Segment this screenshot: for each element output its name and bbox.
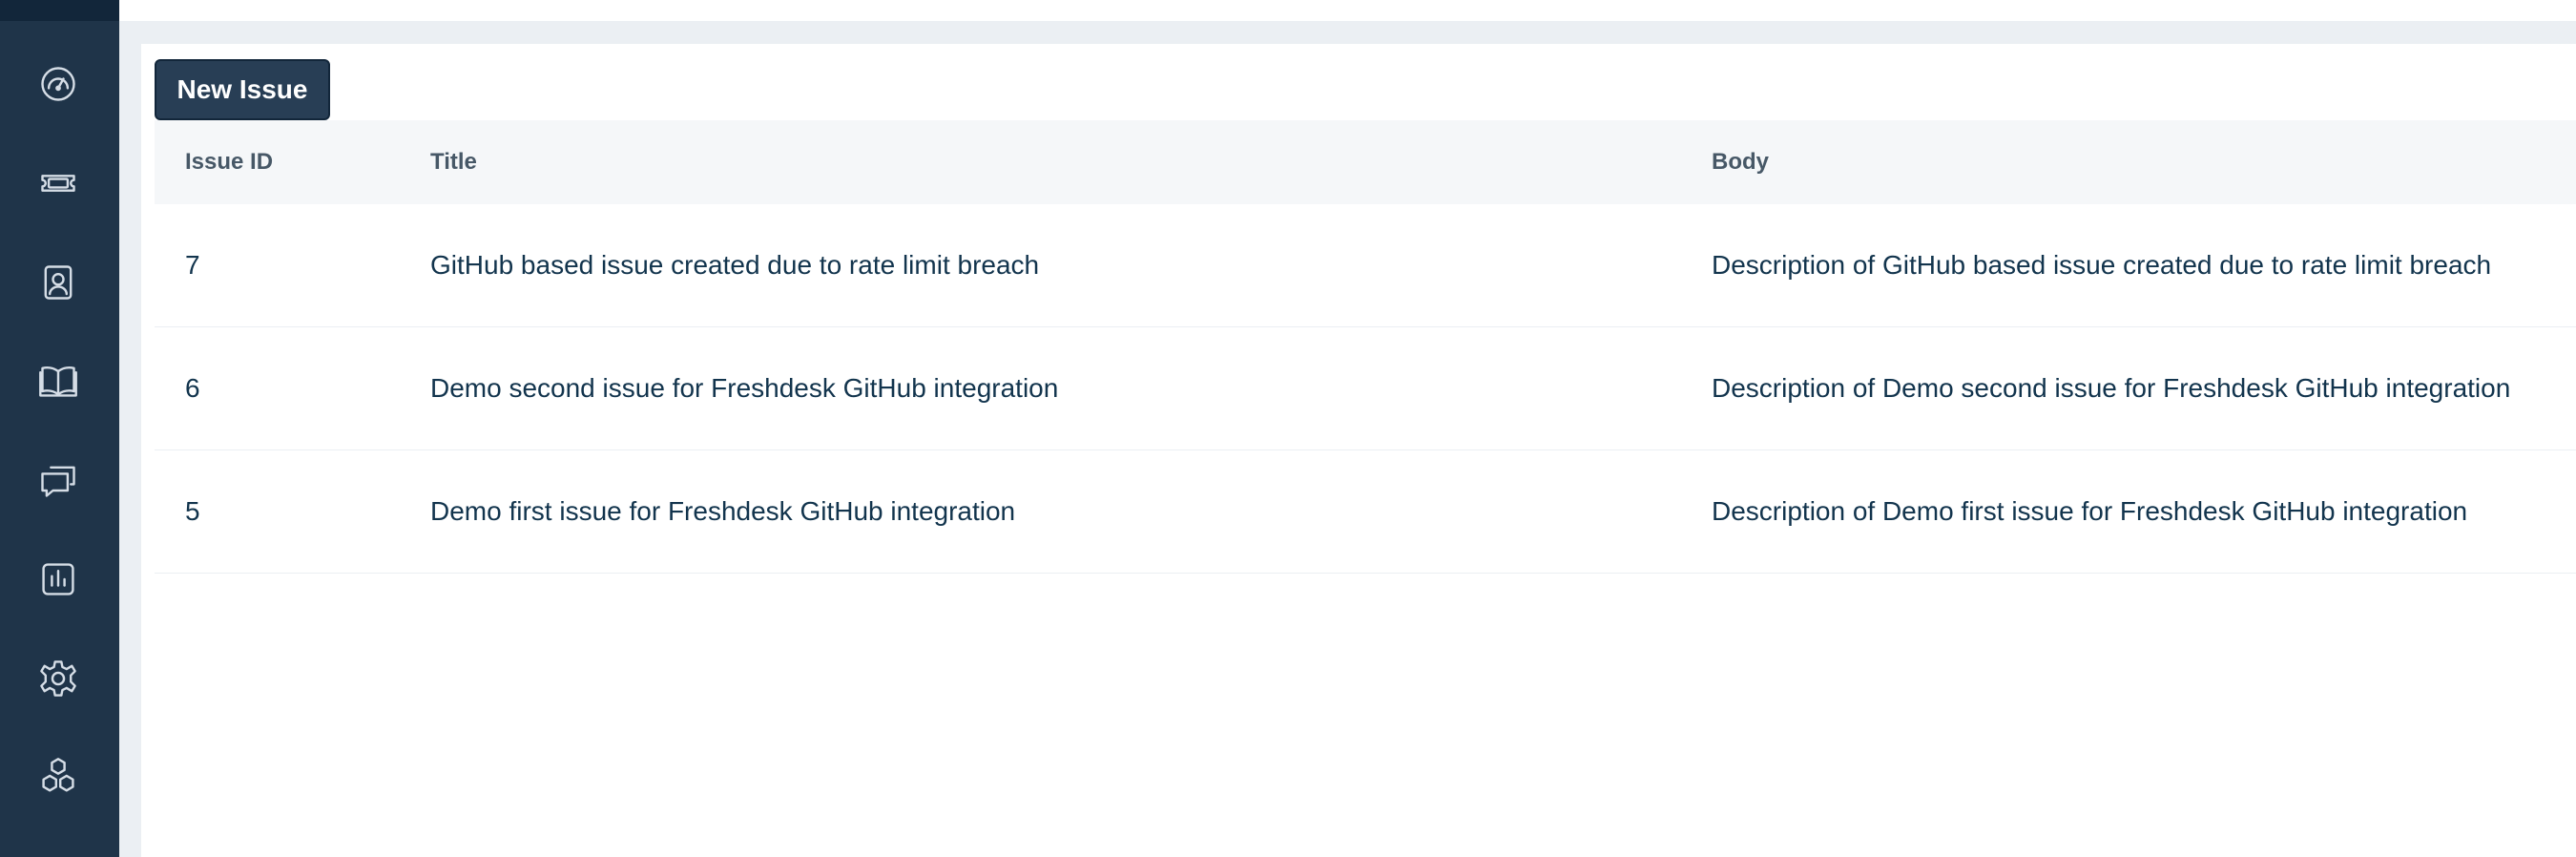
issue-id-cell: 6 [185, 373, 200, 403]
table-row[interactable]: 7 GitHub based issue created due to rate… [155, 204, 2576, 327]
issue-title-cell[interactable]: GitHub based issue created due to rate l… [430, 204, 1039, 326]
top-bar [119, 0, 2576, 21]
sidebar [0, 0, 119, 857]
main-content: New Issue Issue ID Title Body 7 GitHub b… [141, 44, 2576, 857]
sidebar-item-dashboard[interactable] [31, 56, 86, 112]
sidebar-top-band [0, 0, 119, 21]
sidebar-item-forums[interactable] [31, 452, 86, 508]
sidebar-item-apps[interactable] [31, 749, 86, 805]
dashboard-icon [41, 67, 75, 101]
forums-icon [41, 466, 75, 497]
sidebar-item-settings[interactable] [31, 651, 86, 706]
issues-table: Issue ID Title Body 7 GitHub based issue… [155, 120, 2576, 574]
issue-body-cell: Description of GitHub based issue create… [1712, 250, 2492, 280]
issue-id-cell: 5 [185, 496, 200, 526]
column-header-body[interactable]: Body [1712, 120, 1769, 204]
sidebar-item-reports[interactable] [31, 552, 86, 607]
sidebar-item-knowledge-base[interactable] [31, 353, 86, 408]
issue-body-cell: Description of Demo second issue for Fre… [1712, 373, 2511, 403]
sidebar-item-tickets[interactable] [31, 156, 86, 211]
column-header-issue-id[interactable]: Issue ID [185, 120, 273, 204]
sidebar-item-contacts[interactable] [31, 255, 86, 310]
settings-icon [40, 660, 76, 697]
table-row[interactable]: 5 Demo first issue for Freshdesk GitHub … [155, 450, 2576, 574]
knowledge-base-icon [39, 366, 77, 397]
issue-title-cell[interactable]: Demo second issue for Freshdesk GitHub i… [430, 327, 1058, 449]
table-header: Issue ID Title Body [155, 120, 2576, 204]
reports-icon [42, 563, 74, 596]
issue-body-cell: Description of Demo first issue for Fres… [1712, 496, 2468, 526]
issue-id-cell: 7 [185, 250, 200, 280]
contacts-icon [44, 265, 73, 300]
new-issue-button[interactable]: New Issue [155, 59, 330, 120]
tickets-icon [41, 175, 75, 192]
table-row[interactable]: 6 Demo second issue for Freshdesk GitHub… [155, 327, 2576, 450]
apps-icon [42, 758, 74, 792]
column-header-title[interactable]: Title [430, 120, 477, 204]
issue-title-cell[interactable]: Demo first issue for Freshdesk GitHub in… [430, 450, 1015, 573]
